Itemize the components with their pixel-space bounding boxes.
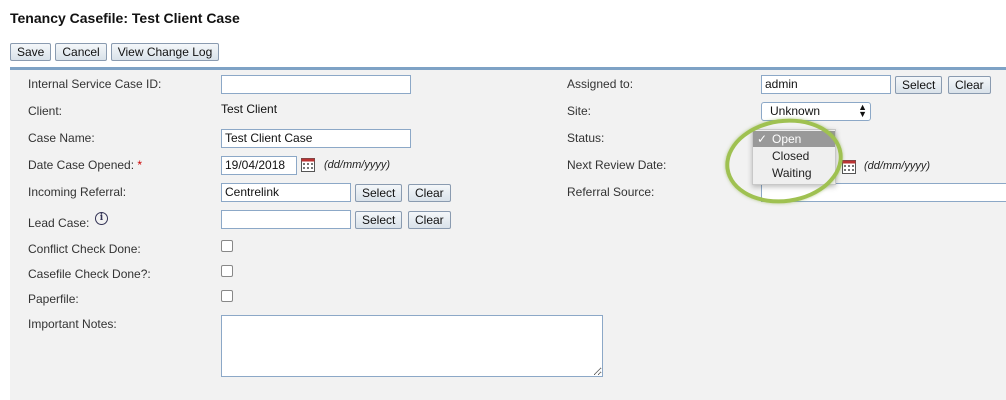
- site-selected-value: Unknown: [770, 104, 821, 118]
- assigned-to-label: Assigned to:: [567, 77, 634, 91]
- internal-id-input[interactable]: [221, 75, 411, 94]
- view-change-log-button[interactable]: View Change Log: [110, 43, 220, 61]
- date-format-hint: (dd/mm/yyyy): [324, 159, 390, 171]
- date-opened-label-wrap: Date Case Opened: *: [28, 158, 142, 172]
- referral-source-input[interactable]: [761, 183, 1006, 202]
- incoming-referral-clear-button[interactable]: Clear: [408, 184, 451, 202]
- review-date-format-hint: (dd/mm/yyyy): [864, 160, 930, 172]
- status-option-waiting[interactable]: Waiting: [753, 165, 835, 181]
- site-select[interactable]: Unknown ▲ ▼: [761, 102, 871, 121]
- save-button[interactable]: Save: [10, 43, 52, 61]
- important-notes-label: Important Notes:: [28, 317, 117, 331]
- site-label: Site:: [567, 104, 592, 118]
- referral-source-label: Referral Source:: [567, 185, 655, 199]
- lead-case-label: Lead Case:: [28, 216, 90, 230]
- date-opened-input[interactable]: 19/04/2018: [221, 156, 297, 175]
- lead-case-clear-button[interactable]: Clear: [408, 211, 451, 229]
- case-name-input[interactable]: Test Client Case: [221, 129, 411, 148]
- status-option-label: Closed: [772, 149, 810, 163]
- status-option-open[interactable]: ✓ Open: [753, 131, 835, 147]
- calendar-icon[interactable]: [842, 160, 856, 174]
- next-review-label: Next Review Date:: [567, 158, 667, 172]
- assigned-to-clear-button[interactable]: Clear: [948, 76, 991, 94]
- toolbar: Save Cancel View Change Log: [10, 43, 220, 61]
- incoming-referral-select-button[interactable]: Select: [355, 184, 403, 202]
- page-title: Tenancy Casefile: Test Client Case: [10, 10, 240, 26]
- info-icon[interactable]: i: [95, 212, 108, 225]
- status-dropdown-menu: ✓ Open Closed Waiting: [752, 129, 836, 185]
- status-option-label: Waiting: [772, 166, 812, 180]
- lead-case-select-button[interactable]: Select: [355, 211, 403, 229]
- date-opened-label: Date Case Opened:: [28, 158, 135, 172]
- required-marker: *: [137, 158, 143, 172]
- status-option-label: Open: [772, 132, 802, 146]
- paperfile-label: Paperfile:: [28, 292, 79, 306]
- client-value: Test Client: [221, 102, 278, 116]
- lead-case-input[interactable]: [221, 210, 351, 229]
- incoming-referral-label: Incoming Referral:: [28, 185, 127, 199]
- internal-id-label: Internal Service Case ID:: [28, 77, 162, 91]
- checkmark-icon: ✓: [757, 132, 768, 146]
- conflict-check-label: Conflict Check Done:: [28, 242, 141, 256]
- casefile-check-checkbox[interactable]: [221, 265, 233, 277]
- cancel-button[interactable]: Cancel: [55, 43, 107, 61]
- status-option-closed[interactable]: Closed: [753, 148, 835, 164]
- important-notes-textarea[interactable]: [221, 315, 603, 377]
- casefile-check-label: Casefile Check Done?:: [28, 267, 151, 281]
- assigned-to-input[interactable]: admin: [761, 75, 891, 94]
- assigned-to-select-button[interactable]: Select: [895, 76, 943, 94]
- case-name-label: Case Name:: [28, 131, 95, 145]
- paperfile-checkbox[interactable]: [221, 290, 233, 302]
- select-arrows-icon: ▲ ▼: [858, 102, 867, 119]
- conflict-check-checkbox[interactable]: [221, 240, 233, 252]
- status-label: Status:: [567, 131, 605, 145]
- client-label: Client:: [28, 104, 63, 118]
- incoming-referral-input[interactable]: Centrelink: [221, 183, 351, 202]
- calendar-icon[interactable]: [301, 158, 315, 172]
